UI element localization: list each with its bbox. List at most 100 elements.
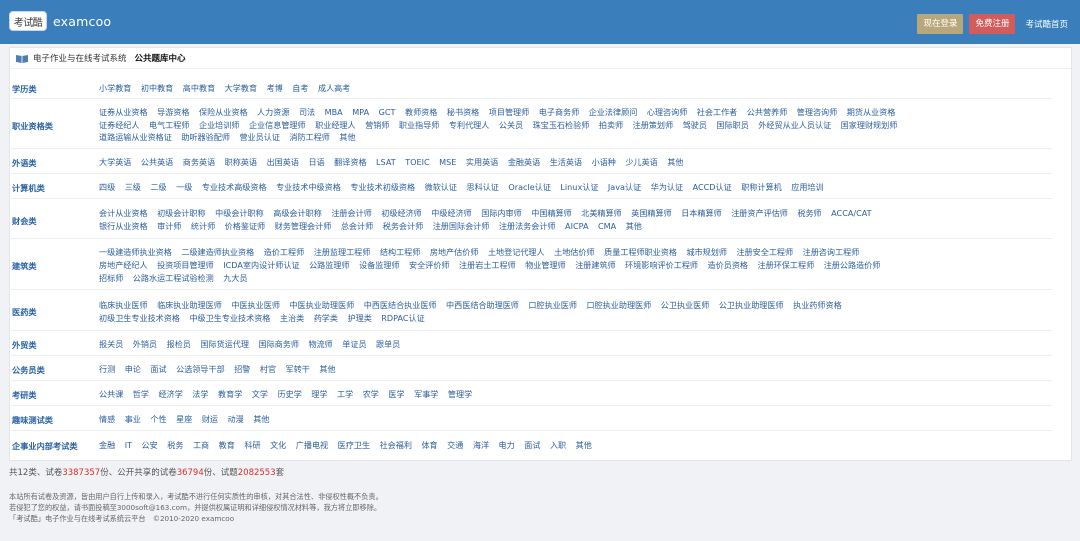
subject-link[interactable]: ACCD认证 [693,182,732,192]
subject-link[interactable]: 工学 [337,389,353,399]
subject-link[interactable]: 注册公路造价师 [824,260,881,270]
subject-link[interactable]: TOEIC [405,157,429,167]
subject-link[interactable]: 翻译资格 [334,157,366,167]
subject-link[interactable]: 土地登记代理人 [488,247,545,257]
subject-link[interactable]: 中西医结合助理医师 [446,300,519,310]
subject-link[interactable]: 单证员 [342,339,366,349]
subject-link[interactable]: 日语 [308,157,324,167]
subject-link[interactable]: 工商 [193,440,209,450]
subject-link[interactable]: 其他 [253,414,269,424]
subject-link[interactable]: 电气工程师 [149,120,189,130]
subject-link[interactable]: 初级经济师 [381,208,421,218]
subject-link[interactable]: 注册法务会计师 [499,221,556,231]
subject-link[interactable]: 注册岩土工程师 [459,260,516,270]
subject-link[interactable]: 管理学 [448,389,472,399]
subject-link[interactable]: MBA [325,107,343,117]
breadcrumb-system-link[interactable]: 电子作业与在线考试系统 [33,52,127,64]
subject-link[interactable]: 口腔执业助理医师 [586,300,651,310]
subject-link[interactable]: 教育 [219,440,235,450]
subject-link[interactable]: 跟单员 [376,339,400,349]
subject-link[interactable]: ICDA室内设计师认证 [223,260,299,270]
subject-link[interactable]: 消防工程师 [289,132,329,142]
subject-link[interactable]: 海洋 [473,440,489,450]
subject-link[interactable]: 临床执业助理医师 [157,300,222,310]
subject-link[interactable]: 国际商务师 [258,339,298,349]
subject-link[interactable]: 理学 [311,389,327,399]
subject-link[interactable]: 财务管理会计师 [275,221,332,231]
subject-link[interactable]: 审计师 [157,221,181,231]
subject-link[interactable]: 小学教育 [99,83,131,93]
subject-link[interactable]: 初中教育 [141,83,173,93]
subject-link[interactable]: 少儿英语 [625,157,657,167]
subject-link[interactable]: 公路水运工程试验检测 [133,273,214,283]
subject-link[interactable]: 执业药师资格 [793,300,842,310]
subject-link[interactable]: 华为认证 [651,182,683,192]
subject-link[interactable]: CMA [598,221,616,231]
subject-link[interactable]: 村官 [260,364,276,374]
subject-link[interactable]: 药学类 [314,313,338,323]
subject-link[interactable]: 企业信息管理师 [249,120,306,130]
subject-link[interactable]: 文学 [252,389,268,399]
subject-link[interactable]: Oracle认证 [508,182,551,192]
subject-link[interactable]: 保险从业资格 [199,107,248,117]
subject-link[interactable]: 价格鉴证师 [225,221,265,231]
subject-link[interactable]: 大学英语 [99,157,131,167]
subject-link[interactable]: 外经贸从业人员认证 [758,120,831,130]
subject-link[interactable]: 面试 [524,440,540,450]
subject-link[interactable]: 护理类 [348,313,372,323]
subject-link[interactable]: 行测 [99,364,115,374]
subject-link[interactable]: 房地产估价师 [430,247,479,257]
subject-link[interactable]: 国际内审师 [481,208,521,218]
subject-link[interactable]: 税务会计师 [383,221,423,231]
subject-link[interactable]: 国际职员 [716,120,748,130]
subject-link[interactable]: 期货从业资格 [847,107,896,117]
subject-link[interactable]: 金融英语 [508,157,540,167]
subject-link[interactable]: 情感 [99,414,115,424]
subject-link[interactable]: 物业管理师 [525,260,565,270]
subject-link[interactable]: 思科认证 [467,182,499,192]
subject-link[interactable]: 历史学 [278,389,302,399]
subject-link[interactable]: 高级会计职称 [273,208,322,218]
subject-link[interactable]: 医疗卫生 [338,440,370,450]
subject-link[interactable]: IT [125,440,132,450]
subject-link[interactable]: 营业员认证 [239,132,279,142]
subject-link[interactable]: 招警 [234,364,250,374]
subject-link[interactable]: 中级会计职称 [215,208,264,218]
subject-link[interactable]: 出国英语 [267,157,299,167]
subject-link[interactable]: 考博 [267,83,283,93]
subject-link[interactable]: 总会计师 [341,221,373,231]
subject-link[interactable]: 口腔执业医师 [528,300,577,310]
subject-link[interactable]: 大学教育 [225,83,257,93]
subject-link[interactable]: 体育 [421,440,437,450]
subject-link[interactable]: 军事学 [414,389,438,399]
subject-link[interactable]: 职业指导师 [399,120,439,130]
subject-link[interactable]: 医学 [388,389,404,399]
subject-link[interactable]: 中西医结合执业医师 [364,300,437,310]
subject-link[interactable]: 初级卫生专业技术资格 [99,313,180,323]
subject-link[interactable]: 中国精算师 [531,208,571,218]
subject-link[interactable]: 生活英语 [550,157,582,167]
subject-link[interactable]: 拍卖师 [599,120,623,130]
subject-link[interactable]: 专业技术中级资格 [276,182,341,192]
subject-link[interactable]: 交通 [447,440,463,450]
subject-link[interactable]: 银行从业资格 [99,221,148,231]
subject-link[interactable]: 社会工作者 [697,107,737,117]
subject-link[interactable]: RDPAC认证 [381,313,424,323]
subject-link[interactable]: 人力资源 [257,107,289,117]
subject-link[interactable]: 公共课 [99,389,123,399]
subject-link[interactable]: 应用培训 [791,182,823,192]
subject-link[interactable]: 职称计算机 [741,182,781,192]
subject-link[interactable]: 一级 [176,182,192,192]
subject-link[interactable]: 其他 [667,157,683,167]
subject-link[interactable]: 农学 [363,389,379,399]
subject-link[interactable]: 公卫执业医师 [661,300,710,310]
subject-link[interactable]: 注册安全工程师 [736,247,793,257]
subject-link[interactable]: 高中教育 [183,83,215,93]
subject-link[interactable]: 事业 [125,414,141,424]
subject-link[interactable]: 其他 [576,440,592,450]
subject-link[interactable]: 秘书资格 [447,107,479,117]
subject-link[interactable]: 质量工程师职业资格 [604,247,677,257]
subject-link[interactable]: 注册资产评估师 [731,208,788,218]
subject-link[interactable]: 北美精算师 [581,208,621,218]
subject-link[interactable]: 注册会计师 [331,208,371,218]
